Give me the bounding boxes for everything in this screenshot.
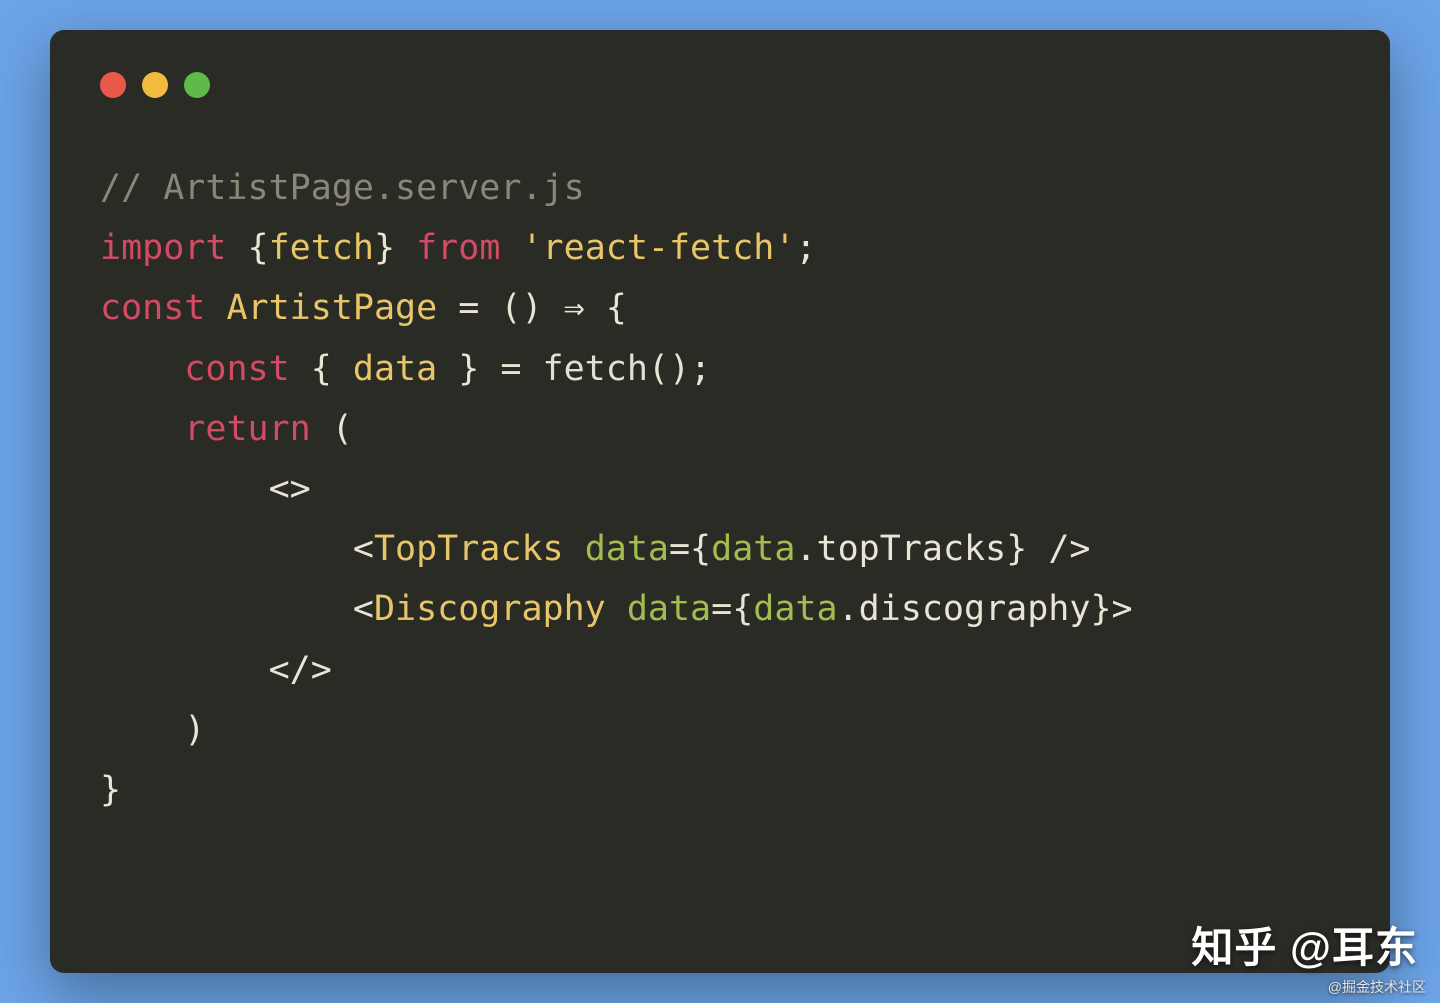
- traffic-lights: [100, 72, 1340, 98]
- code-block: // ArtistPage.server.js import {fetch} f…: [100, 158, 1340, 820]
- close-icon[interactable]: [100, 72, 126, 98]
- watermark-main: 知乎 @耳东: [1191, 914, 1418, 975]
- watermark-sub: @掘金技术社区: [1328, 977, 1426, 997]
- code-window: // ArtistPage.server.js import {fetch} f…: [50, 30, 1390, 973]
- minimize-icon[interactable]: [142, 72, 168, 98]
- code-comment: // ArtistPage.server.js: [100, 168, 585, 208]
- zoom-icon[interactable]: [184, 72, 210, 98]
